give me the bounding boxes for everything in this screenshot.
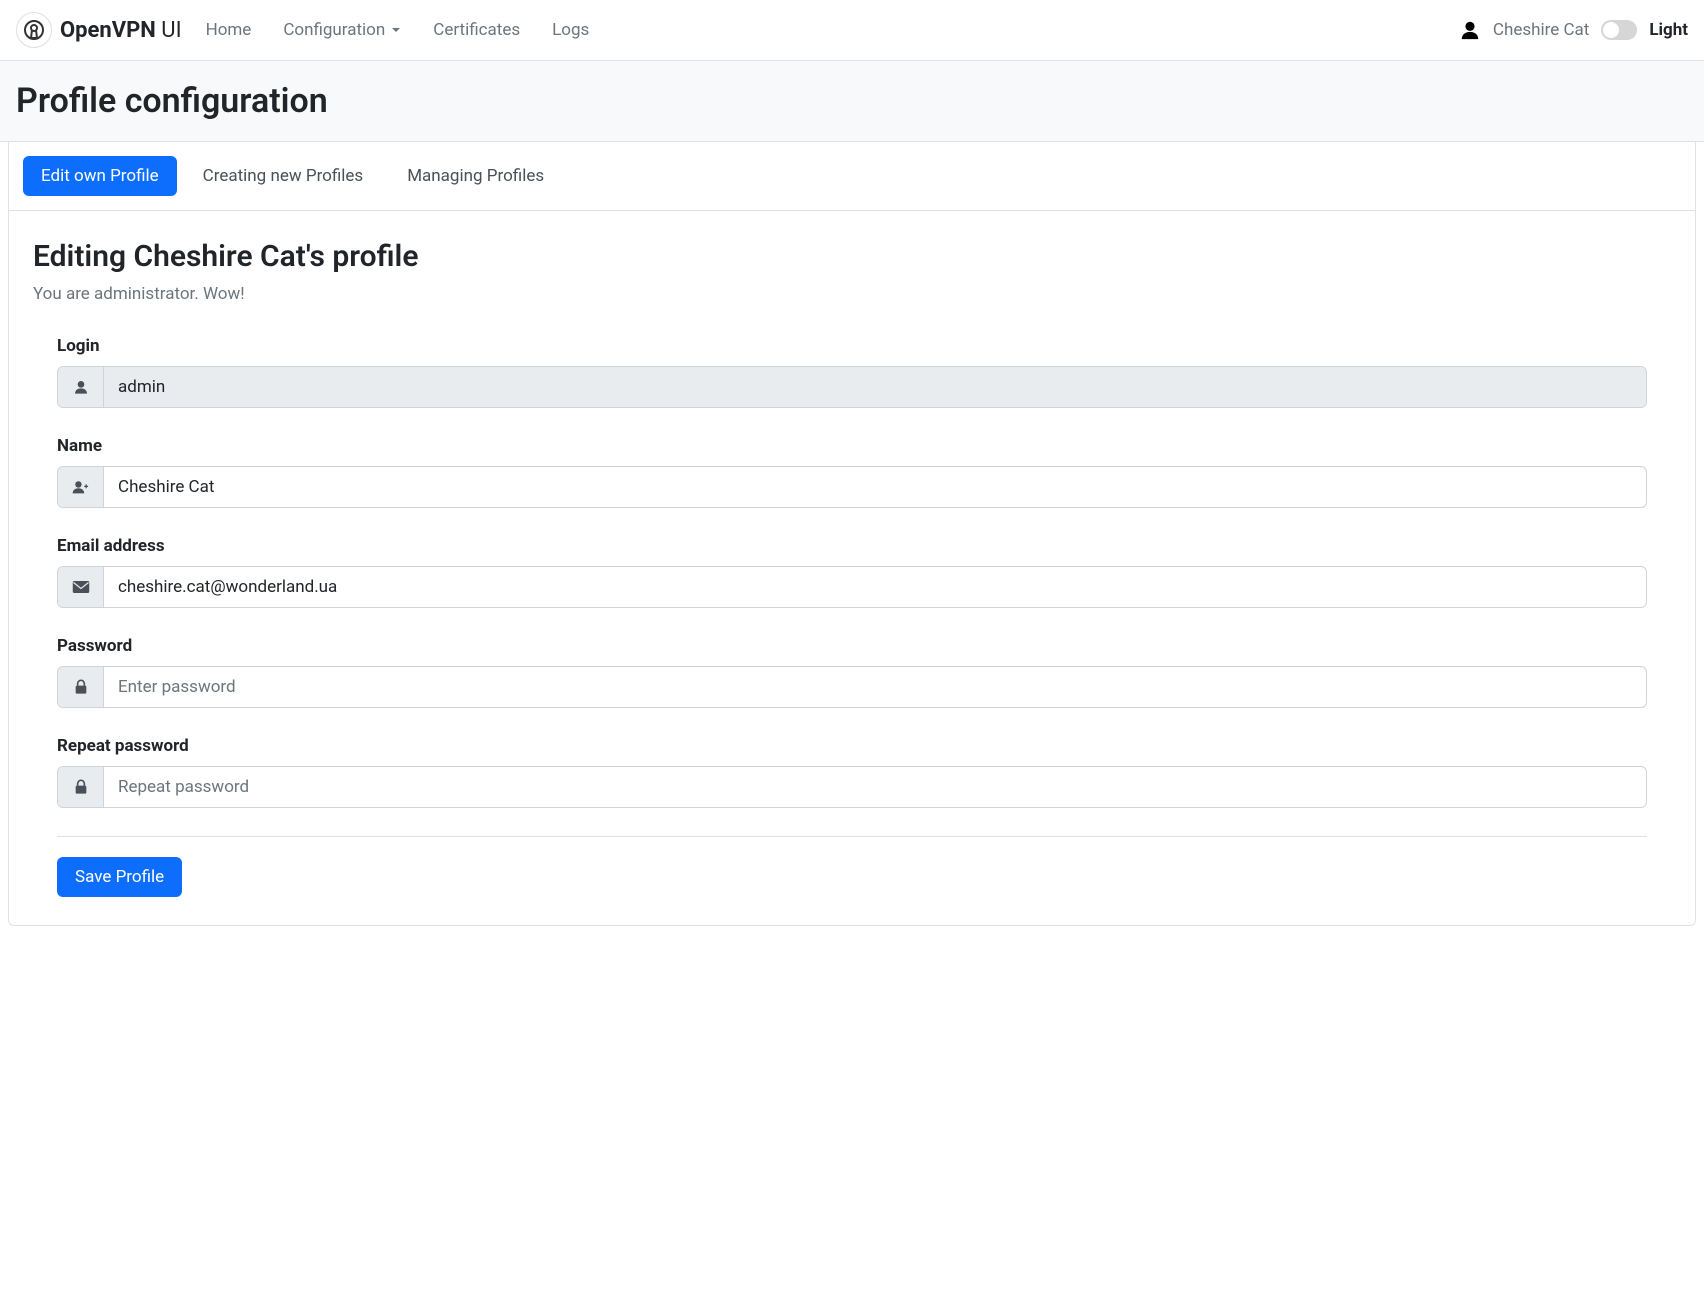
theme-label: Light bbox=[1649, 20, 1688, 40]
lock-icon bbox=[58, 667, 104, 707]
user-icon bbox=[58, 367, 104, 407]
tab-edit-own-profile[interactable]: Edit own Profile bbox=[23, 156, 177, 196]
page-title: Profile configuration bbox=[16, 81, 1688, 121]
email-label: Email address bbox=[57, 536, 1647, 556]
envelope-icon bbox=[58, 567, 104, 607]
panel-heading: Editing Cheshire Cat's profile bbox=[33, 239, 1671, 274]
user-plus-icon bbox=[58, 467, 104, 507]
panel: Editing Cheshire Cat's profile You are a… bbox=[9, 211, 1695, 925]
brand[interactable]: OpenVPN UI bbox=[16, 12, 182, 48]
form: Login Name bbox=[33, 336, 1671, 897]
brand-logo-icon bbox=[16, 12, 52, 48]
divider bbox=[57, 836, 1647, 837]
form-group-email: Email address bbox=[57, 536, 1647, 608]
login-input-group bbox=[57, 366, 1647, 408]
nav-configuration-label: Configuration bbox=[283, 20, 385, 40]
lock-icon bbox=[58, 767, 104, 807]
repeat-password-input-group bbox=[57, 766, 1647, 808]
brand-text: OpenVPN UI bbox=[60, 18, 182, 43]
user-icon bbox=[1459, 19, 1481, 41]
nav-configuration[interactable]: Configuration bbox=[283, 20, 401, 40]
content-card: Edit own Profile Creating new Profiles M… bbox=[8, 142, 1696, 926]
tab-creating-new-profiles[interactable]: Creating new Profiles bbox=[185, 156, 382, 196]
tab-managing-profiles[interactable]: Managing Profiles bbox=[389, 156, 562, 196]
form-group-repeat-password: Repeat password bbox=[57, 736, 1647, 808]
name-input-group bbox=[57, 466, 1647, 508]
caret-down-icon bbox=[391, 25, 401, 35]
email-input[interactable] bbox=[104, 567, 1646, 607]
username[interactable]: Cheshire Cat bbox=[1493, 20, 1589, 40]
email-input-group bbox=[57, 566, 1647, 608]
nav-home[interactable]: Home bbox=[206, 20, 252, 40]
theme-toggle[interactable] bbox=[1601, 20, 1637, 40]
nav-certificates[interactable]: Certificates bbox=[433, 20, 520, 40]
save-profile-button[interactable]: Save Profile bbox=[57, 857, 182, 897]
repeat-password-input[interactable] bbox=[104, 767, 1646, 807]
panel-subtext: You are administrator. Wow! bbox=[33, 284, 1671, 304]
password-input-group bbox=[57, 666, 1647, 708]
nav-logs[interactable]: Logs bbox=[552, 20, 589, 40]
login-input bbox=[104, 367, 1646, 407]
navbar: OpenVPN UI Home Configuration Certificat… bbox=[0, 0, 1704, 61]
password-label: Password bbox=[57, 636, 1647, 656]
form-group-name: Name bbox=[57, 436, 1647, 508]
repeat-password-label: Repeat password bbox=[57, 736, 1647, 756]
tabs: Edit own Profile Creating new Profiles M… bbox=[9, 142, 1695, 211]
form-group-password: Password bbox=[57, 636, 1647, 708]
login-label: Login bbox=[57, 336, 1647, 356]
nav-links: Home Configuration Certificates Logs bbox=[206, 20, 1459, 40]
name-label: Name bbox=[57, 436, 1647, 456]
nav-right: Cheshire Cat Light bbox=[1459, 19, 1688, 41]
form-group-login: Login bbox=[57, 336, 1647, 408]
page-header: Profile configuration bbox=[0, 61, 1704, 142]
password-input[interactable] bbox=[104, 667, 1646, 707]
name-input[interactable] bbox=[104, 467, 1646, 507]
